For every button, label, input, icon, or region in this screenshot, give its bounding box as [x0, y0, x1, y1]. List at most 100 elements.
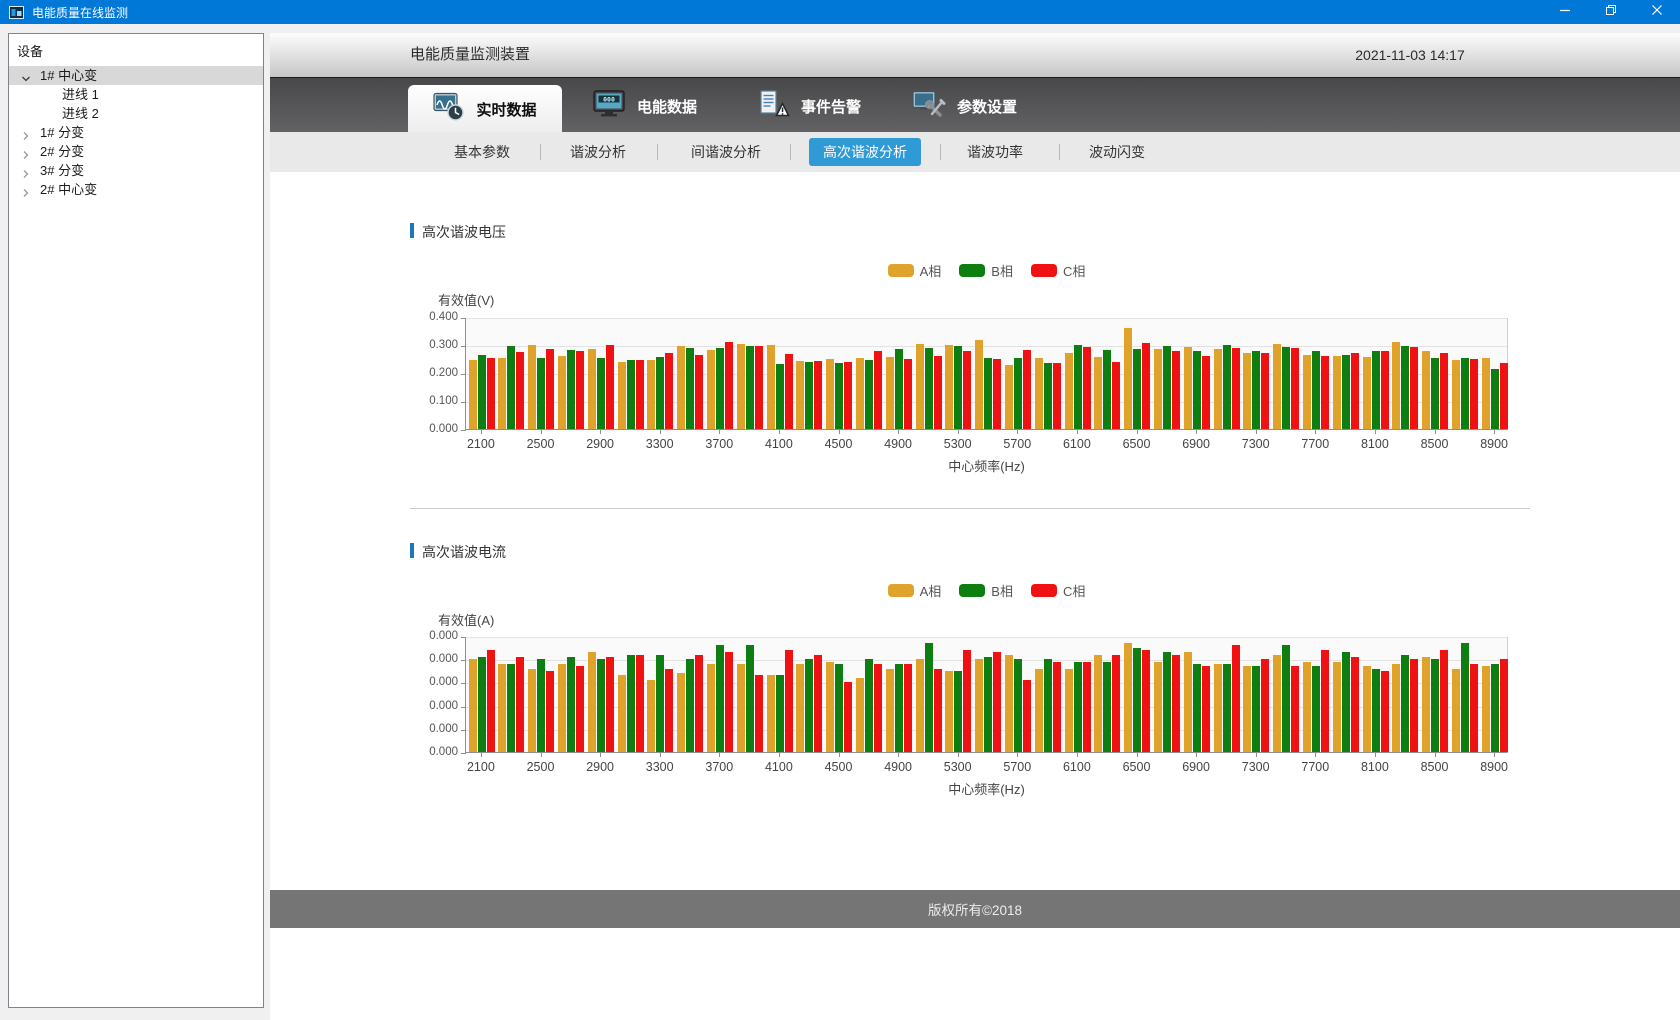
chart-bar — [1392, 664, 1400, 752]
close-button[interactable] — [1634, 0, 1680, 24]
gridline — [466, 346, 1507, 347]
chart-bar — [1172, 655, 1180, 752]
y-tick-mark — [461, 683, 466, 684]
x-tick-mark — [958, 430, 959, 434]
x-tick-mark — [1375, 753, 1376, 757]
tree-item[interactable]: 进线 2 — [9, 104, 263, 123]
chart-bar — [707, 664, 715, 752]
chart-bar — [576, 351, 584, 429]
restore-button[interactable] — [1588, 0, 1634, 24]
chart-bar — [826, 662, 834, 753]
chart-bar — [1312, 666, 1320, 752]
chart-bar — [1214, 664, 1222, 752]
chart-bar — [546, 349, 554, 429]
chart-bar — [954, 671, 962, 752]
chart-bar — [1124, 328, 1132, 429]
chart-bar — [537, 659, 545, 752]
tree-item[interactable]: 2# 分变 — [9, 142, 263, 161]
tree-item[interactable]: 2# 中心变 — [9, 180, 263, 199]
chart-bar — [1243, 353, 1251, 429]
chart-bar — [707, 350, 715, 429]
y-tick-label: 0.300 — [408, 339, 458, 351]
chart-bar — [984, 358, 992, 429]
tree-item[interactable]: 进线 1 — [9, 85, 263, 104]
y-tick-mark — [461, 430, 466, 431]
chart-bar — [856, 678, 864, 752]
x-tick-label: 3300 — [646, 760, 674, 774]
chart-bar — [516, 352, 524, 429]
tree-item[interactable]: 3# 分变 — [9, 161, 263, 180]
x-tick-mark — [719, 430, 720, 434]
y-tick-label: 0.000 — [408, 723, 458, 735]
chart-bar — [975, 659, 983, 752]
chart-bar — [1202, 666, 1210, 752]
device-panel-title: 设备 — [9, 34, 263, 66]
chart-bar — [1482, 358, 1490, 429]
x-tick-label: 6100 — [1063, 437, 1091, 451]
chart-bar — [1065, 669, 1073, 753]
chart-bar — [1372, 669, 1380, 753]
chart-bar — [1232, 348, 1240, 429]
x-tick-label: 8500 — [1421, 437, 1449, 451]
minimize-icon — [1559, 3, 1571, 21]
chart-bar — [478, 355, 486, 429]
y-axis-title: 有效值(A) — [438, 610, 494, 629]
chart-bar — [1482, 666, 1490, 752]
x-tick-mark — [719, 753, 720, 757]
chart-bar — [618, 675, 626, 752]
chart-bar — [647, 680, 655, 752]
x-tick-label: 8500 — [1421, 760, 1449, 774]
x-tick-label: 5700 — [1003, 437, 1031, 451]
chart-bar — [1363, 666, 1371, 752]
chart-bar — [993, 652, 1001, 752]
x-tick-label: 4100 — [765, 437, 793, 451]
tree-item[interactable]: 1# 中心变 — [9, 66, 263, 85]
x-tick-label: 6500 — [1123, 437, 1151, 451]
y-tick-mark — [461, 707, 466, 708]
chart-bar — [1291, 666, 1299, 752]
legend-item: B相 — [959, 581, 1013, 600]
x-tick-mark — [1017, 430, 1018, 434]
chart-bar — [874, 351, 882, 429]
chart-bar — [487, 650, 495, 752]
chart-bar — [1392, 342, 1400, 429]
chart-bar — [1083, 662, 1091, 753]
chart-bar — [835, 363, 843, 429]
chart-bar — [1112, 362, 1120, 429]
chart-bar — [1440, 353, 1448, 429]
x-tick-label: 8900 — [1480, 437, 1508, 451]
chart-bar — [1321, 356, 1329, 429]
chart-bar — [716, 645, 724, 752]
chart-legend: A相B相C相 — [465, 262, 1508, 278]
section-title-accent — [410, 223, 414, 238]
x-tick-mark — [839, 430, 840, 434]
chart-bar — [686, 348, 694, 430]
chart-bar — [1303, 662, 1311, 753]
chart-bar — [874, 664, 882, 752]
chart-bar — [1014, 659, 1022, 752]
chart-bar — [785, 650, 793, 752]
legend-item: A相 — [888, 581, 942, 600]
x-tick-label: 2100 — [467, 437, 495, 451]
chart-bar — [934, 669, 942, 753]
chart-bar — [546, 671, 554, 752]
chart-bar — [1261, 659, 1269, 752]
tree-item[interactable]: 1# 分变 — [9, 123, 263, 142]
chart-bar — [1142, 650, 1150, 752]
chart-bar — [984, 657, 992, 752]
chevron-right-icon[interactable] — [21, 184, 31, 203]
y-tick-label: 0.000 — [408, 676, 458, 688]
chart-bar — [1154, 349, 1162, 429]
x-tick-mark — [1017, 753, 1018, 757]
chart-bar — [755, 346, 763, 429]
tree-item-label: 1# 分变 — [40, 123, 84, 142]
chart-bar — [746, 645, 754, 752]
minimize-button[interactable] — [1542, 0, 1588, 24]
x-tick-label: 5700 — [1003, 760, 1031, 774]
chart-bar — [507, 346, 515, 429]
chart-title: 高次谐波电压 — [422, 222, 506, 242]
x-tick-mark — [1494, 430, 1495, 434]
chart-bar — [469, 360, 477, 429]
chart-bar — [755, 675, 763, 752]
y-tick-mark — [461, 402, 466, 403]
